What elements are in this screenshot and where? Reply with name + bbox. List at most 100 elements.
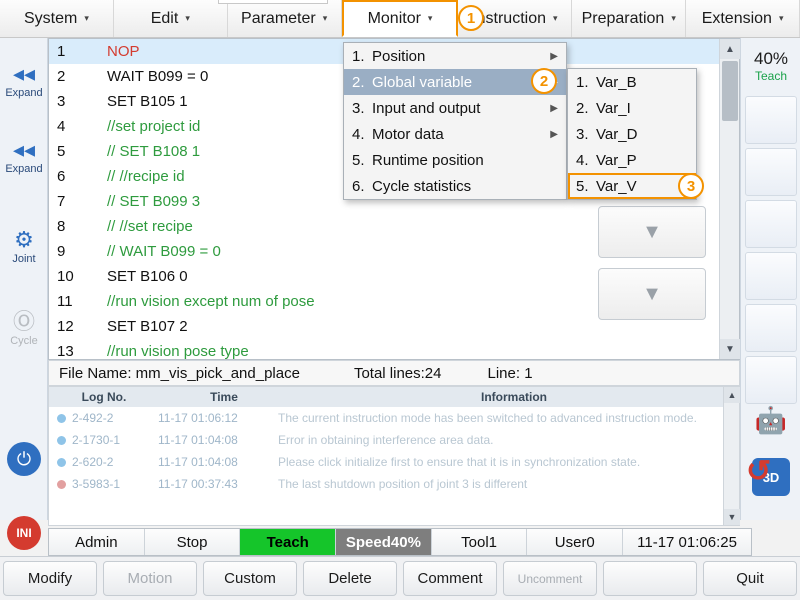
log-info: Error in obtaining interference area dat… [278,433,739,447]
menu-item-position[interactable]: 1. Position ▶ [344,43,566,69]
comment-button[interactable]: Comment [403,561,497,596]
line-number: 2 [57,68,93,85]
3d-view-button[interactable]: ↺ 3D [752,458,790,496]
program-scrollbar[interactable]: ▲ ▼ [719,39,739,359]
scrollbar-thumb[interactable] [722,61,738,121]
log-row[interactable]: 2-1730-1 11-17 01:04:08 Error in obtaini… [49,429,739,451]
menu-preparation[interactable]: Preparation ▾ [572,0,686,37]
motion-button[interactable]: Motion [103,561,197,596]
right-slot-6[interactable] [745,356,797,404]
left-toolbar: ◂◂ Expand ◂◂ Expand ⚙ Joint Ⓞ Cycle ⏻ IN… [0,38,48,520]
menu-item-label: Motor data [372,126,550,143]
uncomment-label: Uncomment [518,572,583,586]
menu-item-cycle-statistics[interactable]: 6. Cycle statistics [344,173,566,199]
line-number: 12 [57,318,93,335]
menu-edit[interactable]: Edit ▾ [114,0,228,37]
menu-item-label: Position [372,48,550,65]
tool-expand-1[interactable]: ◂◂ Expand [0,48,48,114]
menu-monitor[interactable]: Monitor ▾ [342,0,459,37]
log-row[interactable]: 3-5983-1 11-17 00:37:43 The last shutdow… [49,473,739,495]
log-scrollbar[interactable]: ▲ ▼ [723,387,739,525]
page-down-button-1[interactable]: ▼ [598,206,706,258]
submenu-item-var-p[interactable]: 4. Var_P [568,147,696,173]
empty-button[interactable] [603,561,697,596]
menu-item-input-and-output[interactable]: 3. Input and output ▶ [344,95,566,121]
page-down-button-2[interactable]: ▼ [598,268,706,320]
submenu-item-var-i[interactable]: 2. Var_I [568,95,696,121]
menu-parameter[interactable]: Parameter ▾ [228,0,342,37]
submenu-item-var-b[interactable]: 1. Var_B [568,69,696,95]
status-datetime: 11-17 01:06:25 [623,529,751,555]
right-slot-4[interactable] [745,252,797,300]
log-row[interactable]: 2-492-2 11-17 01:06:12 The current instr… [49,407,739,429]
speed-indicator[interactable]: 40% Teach [745,44,797,88]
log-time: 11-17 01:04:08 [158,433,278,447]
log-info: Please click initialize first to ensure … [278,455,739,469]
menu-item-number: 4. [352,126,372,143]
line-number: 7 [57,193,93,210]
right-slot-3[interactable] [745,200,797,248]
uncomment-button[interactable]: Uncomment [503,561,597,596]
menu-parameter-label: Parameter [241,10,316,28]
motion-label: Motion [127,570,172,587]
power-button[interactable]: ⏻ [7,442,41,476]
menu-system[interactable]: System ▾ [0,0,114,37]
chevron-right-icon: ▶ [550,103,558,114]
scroll-down-icon[interactable]: ▼ [720,339,740,359]
callout-2: 2 [531,68,557,94]
modify-button[interactable]: Modify [3,561,97,596]
callout-1-number: 1 [467,10,475,27]
status-dot-icon [57,414,66,423]
right-slot-2[interactable] [745,148,797,196]
status-tool-label: Tool1 [461,534,497,551]
log-time: 11-17 01:06:12 [158,411,278,425]
status-teach-mode[interactable]: Teach [240,529,336,555]
line-text: WAIT B099 = 0 [93,68,208,85]
comment-label: Comment [417,570,482,587]
menu-system-label: System [24,10,77,28]
status-user-frame[interactable]: User0 [527,529,623,555]
line-number: 11 [57,293,93,310]
custom-button[interactable]: Custom [203,561,297,596]
line-number: 8 [57,218,93,235]
tool-expand-2[interactable]: ◂◂ Expand [0,124,48,190]
expand-left-icon: ◂◂ [13,63,35,85]
status-run-state[interactable]: Stop [145,529,241,555]
global-variable-submenu[interactable]: 1. Var_B 2. Var_I 3. Var_D 4. Var_P 5. V… [567,68,697,200]
menu-extension[interactable]: Extension ▾ [686,0,800,37]
scroll-up-icon[interactable]: ▲ [724,387,740,403]
menu-item-runtime-position[interactable]: 5. Runtime position [344,147,566,173]
line-text: // //recipe id [93,168,185,185]
scroll-up-icon[interactable]: ▲ [720,39,740,59]
status-speed[interactable]: Speed40% [336,529,432,555]
status-user-role[interactable]: Admin [49,529,145,555]
log-time: 11-17 01:04:08 [158,455,278,469]
line-number: 5 [57,143,93,160]
line-text: // //set recipe [93,218,193,235]
monitor-dropdown-menu[interactable]: 1. Position ▶ 2. Global variable ▶ 3. In… [343,42,567,200]
delete-button[interactable]: Delete [303,561,397,596]
right-slot-1[interactable] [745,96,797,144]
scroll-down-icon[interactable]: ▼ [724,509,740,525]
status-tool[interactable]: Tool1 [432,529,528,555]
chevron-right-icon: ▶ [550,51,558,62]
tool-cycle[interactable]: Ⓞ Cycle [0,296,48,362]
quit-button[interactable]: Quit [703,561,797,596]
speed-percent: 40% [754,49,788,69]
submenu-item-var-v[interactable]: 5. Var_V [568,173,696,199]
line-number: 6 [57,168,93,185]
submenu-item-var-d[interactable]: 3. Var_D [568,121,696,147]
log-row[interactable]: 2-620-2 11-17 01:04:08 Please click init… [49,451,739,473]
status-run-state-label: Stop [177,534,208,551]
tool-joint[interactable]: ⚙ Joint [0,214,48,280]
robot-icon[interactable]: 🤖 [744,398,798,442]
menu-item-number: 6. [352,178,372,195]
submenu-item-label: Var_D [596,126,688,143]
initialize-button[interactable]: INI [7,516,41,550]
program-line[interactable]: 13 //run vision pose type [49,339,721,359]
right-slot-5[interactable] [745,304,797,352]
line-number: 10 [57,268,93,285]
menu-item-motor-data[interactable]: 4. Motor data ▶ [344,121,566,147]
log-panel[interactable]: Log No. Time Information 2-492-2 11-17 0… [48,386,740,526]
menu-item-label: Runtime position [372,152,558,169]
